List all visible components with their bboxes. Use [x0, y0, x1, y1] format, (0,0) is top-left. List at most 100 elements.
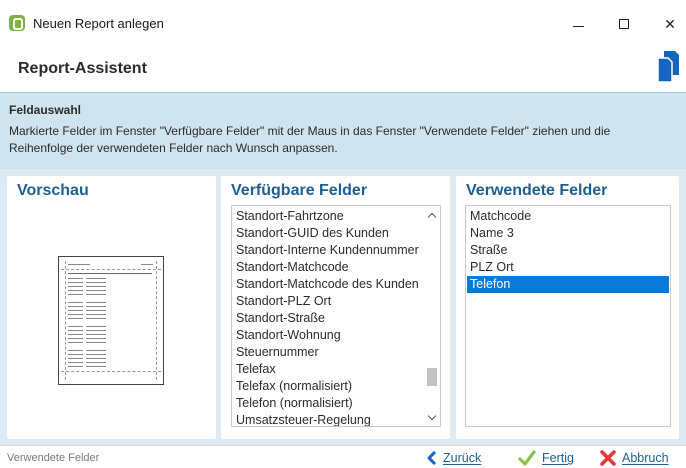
maximize-button[interactable]	[604, 8, 644, 40]
back-button-label: Zurück	[443, 451, 482, 465]
used-field-item[interactable]: PLZ Ort	[467, 259, 669, 276]
preview-text-line	[86, 278, 106, 279]
used-fields-list[interactable]: Matchcode Name 3 Straße PLZ Ort Telefon	[465, 205, 671, 427]
wizard-header: Report-Assistent	[0, 46, 686, 92]
back-button[interactable]: Zurück	[427, 449, 481, 467]
preview-text-line	[86, 338, 106, 339]
preview-text-line	[86, 334, 106, 335]
available-field-item[interactable]: Standort-PLZ Ort	[233, 293, 419, 310]
preview-text-line	[68, 362, 83, 363]
preview-text-line	[86, 286, 106, 287]
chevron-down-icon	[427, 411, 436, 420]
available-field-item[interactable]: Standort-Matchcode des Kunden	[233, 276, 419, 293]
finish-button[interactable]: Fertig	[518, 449, 574, 467]
checkmark-icon	[518, 450, 536, 466]
preview-text-line	[86, 342, 106, 343]
preview-text-line	[86, 362, 106, 363]
used-fields-panel: Verwendete Felder Matchcode Name 3 Straße P…	[456, 176, 679, 439]
preview-text-line	[68, 302, 83, 303]
preview-text-line	[86, 302, 106, 303]
used-field-item[interactable]: Name 3	[467, 225, 669, 242]
info-banner: Feldauswahl Markierte Felder im Fenster …	[0, 92, 686, 169]
minimize-button[interactable]	[558, 8, 598, 40]
chevron-up-icon	[427, 212, 436, 221]
preview-text-line	[68, 282, 83, 283]
used-field-item[interactable]: Matchcode	[467, 208, 669, 225]
preview-text-line	[68, 334, 83, 335]
close-button[interactable]: ✕	[650, 8, 686, 40]
preview-text-line	[86, 290, 106, 291]
cancel-button[interactable]: Abbruch	[600, 449, 669, 467]
preview-text-line	[68, 310, 83, 311]
used-field-item[interactable]: Telefon	[467, 276, 669, 293]
preview-panel: Vorschau	[7, 176, 216, 439]
preview-text-line	[68, 318, 83, 319]
preview-text-line	[86, 282, 106, 283]
preview-text-line	[86, 310, 106, 311]
preview-text-line	[86, 354, 106, 355]
report-preview-thumbnail	[58, 256, 164, 385]
scroll-thumb[interactable]	[427, 368, 437, 386]
available-field-item[interactable]: Telefax (normalisiert)	[233, 378, 419, 395]
window-title: Neuen Report anlegen	[33, 16, 164, 31]
preview-text-line	[86, 358, 106, 359]
x-cancel-icon	[600, 450, 616, 466]
available-field-item[interactable]: Umsatzsteuer-Regelung	[233, 412, 419, 426]
wizard-title: Report-Assistent	[18, 60, 147, 77]
documents-icon	[657, 51, 679, 83]
preview-text-line	[68, 294, 83, 295]
preview-text-line	[86, 294, 106, 295]
minimize-icon	[572, 25, 584, 27]
available-field-item[interactable]: Telefon (normalisiert)	[233, 395, 419, 412]
preview-text-line	[68, 354, 83, 355]
info-text: Markierte Felder im Fenster "Verfügbare …	[9, 124, 611, 155]
available-fields-items: Standort-Fahrtzone Standort-GUID des Kund…	[233, 208, 419, 426]
available-field-item[interactable]: Standort-Fahrtzone	[233, 208, 419, 225]
preview-text-line	[68, 338, 83, 339]
available-field-item[interactable]: Standort-Wohnung	[233, 327, 419, 344]
app-leaf-icon	[9, 15, 25, 31]
preview-text-line	[68, 330, 83, 331]
status-text: Verwendete Felder	[7, 452, 100, 464]
used-fields-title: Verwendete Felder	[466, 182, 608, 199]
cancel-button-label: Abbruch	[622, 451, 669, 465]
available-field-item[interactable]: Telefax	[233, 361, 419, 378]
info-title: Feldauswahl	[9, 103, 82, 117]
preview-text-line	[86, 314, 106, 315]
preview-text-line	[68, 314, 83, 315]
preview-text-line	[68, 306, 83, 307]
content-area: Vorschau Verfügbare Felder Standort-Fahr…	[0, 169, 686, 445]
preview-text-line	[68, 358, 83, 359]
available-field-item[interactable]: Standort-Matchcode	[233, 259, 419, 276]
preview-text-line	[86, 306, 106, 307]
preview-text-line	[86, 326, 106, 327]
preview-text-line	[68, 366, 83, 367]
maximize-icon	[619, 19, 629, 29]
finish-button-label: Fertig	[542, 451, 574, 465]
preview-text-line	[86, 350, 106, 351]
status-bar: Verwendete Felder Zurück Fertig Abbruch	[0, 445, 686, 468]
preview-text-line	[68, 350, 83, 351]
scroll-up-button[interactable]	[423, 206, 440, 223]
scroll-down-button[interactable]	[423, 409, 440, 426]
preview-text-line	[68, 286, 83, 287]
used-fields-items: Matchcode Name 3 Straße PLZ Ort Telefon	[467, 208, 669, 293]
preview-text-line	[68, 326, 83, 327]
available-fields-title: Verfügbare Felder	[231, 182, 368, 199]
available-fields-list[interactable]: Standort-Fahrtzone Standort-GUID des Kund…	[231, 205, 441, 427]
available-field-item[interactable]: Standort-Interne Kundennummer	[233, 242, 419, 259]
preview-text-line	[86, 366, 106, 367]
available-field-item[interactable]: Steuernummer	[233, 344, 419, 361]
preview-text-line	[68, 278, 83, 279]
preview-text-line	[86, 330, 106, 331]
preview-text-line	[68, 290, 83, 291]
preview-text-line	[86, 318, 106, 319]
available-fields-scrollbar[interactable]	[423, 206, 440, 426]
available-fields-panel: Verfügbare Felder Standort-Fahrtzone Stan…	[221, 176, 450, 439]
available-field-item[interactable]: Standort-Straße	[233, 310, 419, 327]
preview-text-line	[68, 342, 83, 343]
available-field-item[interactable]: Standort-GUID des Kunden	[233, 225, 419, 242]
used-field-item[interactable]: Straße	[467, 242, 669, 259]
title-bar: Neuen Report anlegen ✕	[0, 0, 686, 46]
chevron-left-icon	[427, 451, 437, 465]
